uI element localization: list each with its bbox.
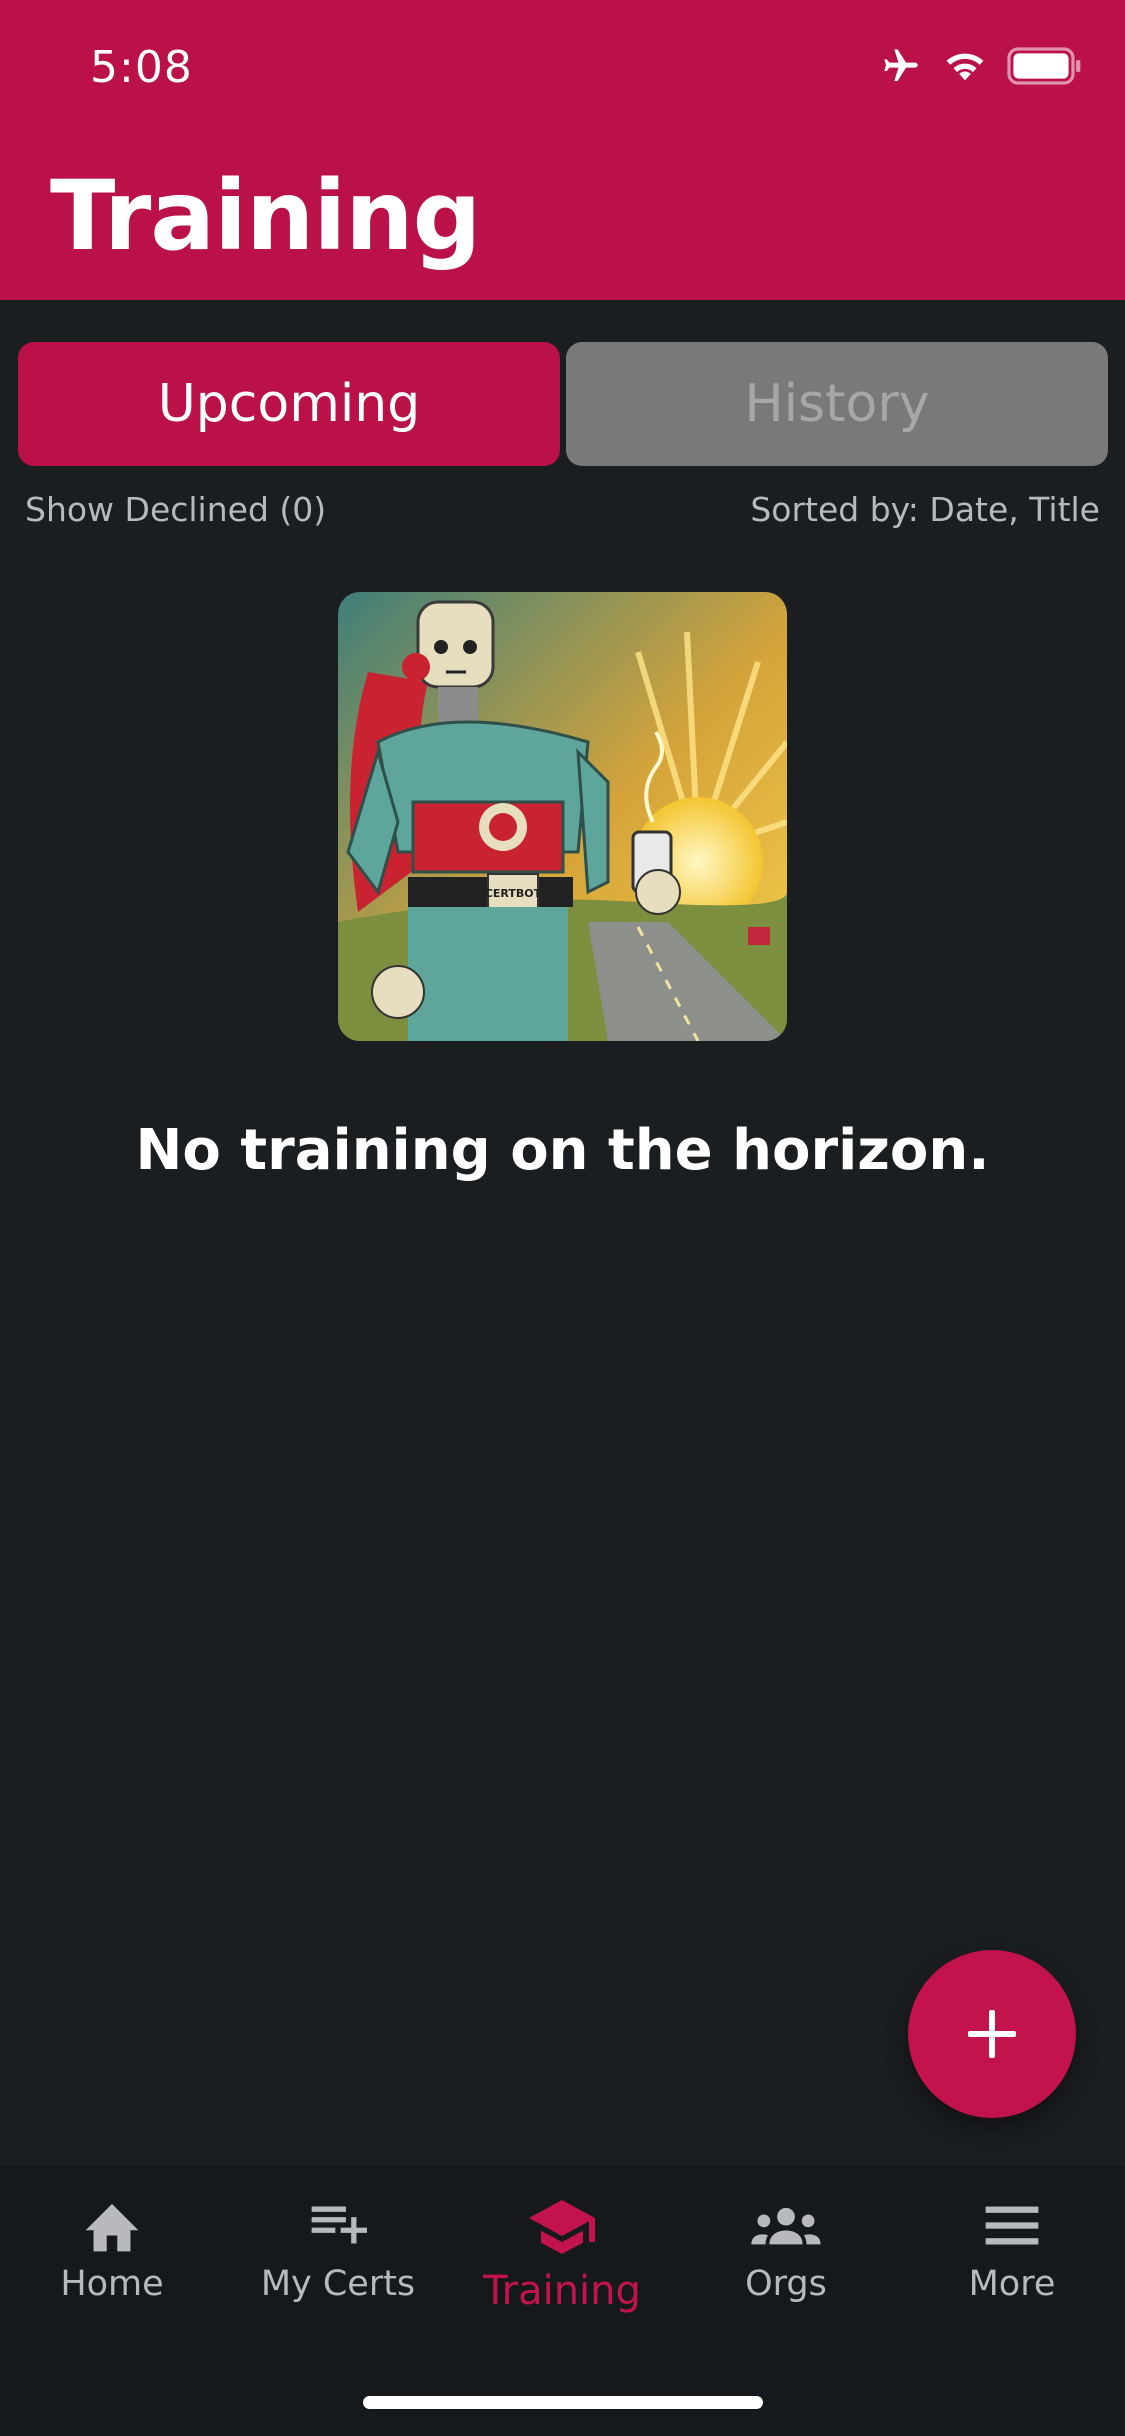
airplane-mode-icon bbox=[884, 49, 918, 81]
add-training-button[interactable] bbox=[908, 1950, 1076, 2118]
plus-icon bbox=[968, 2010, 1016, 2058]
nav-label-my-certs: My Certs bbox=[260, 2264, 416, 2304]
groups-icon bbox=[751, 2207, 821, 2245]
tab-upcoming[interactable]: Upcoming bbox=[18, 342, 560, 466]
home-indicator[interactable] bbox=[363, 2396, 763, 2409]
nav-item-my-certs[interactable]: My Certs bbox=[238, 2196, 438, 2304]
nav-item-orgs[interactable]: Orgs bbox=[686, 2196, 886, 2304]
show-declined-toggle[interactable]: Show Declined (0) bbox=[25, 490, 326, 529]
empty-state-message: No training on the horizon. bbox=[135, 1118, 990, 1183]
playlist-add-icon bbox=[311, 2206, 367, 2244]
nav-item-more[interactable]: More bbox=[912, 2196, 1112, 2304]
status-icons bbox=[879, 46, 1083, 86]
training-screen: 5:08 Training Upcoming History Show Decl… bbox=[0, 0, 1125, 2436]
nav-label-training: Training bbox=[483, 2268, 641, 2314]
segmented-tabs: Upcoming History bbox=[18, 342, 1108, 466]
tab-history[interactable]: History bbox=[566, 342, 1108, 466]
nav-item-home[interactable]: Home bbox=[12, 2196, 212, 2304]
nav-label-home: Home bbox=[60, 2264, 164, 2304]
page-title: Training bbox=[50, 160, 481, 272]
nav-label-orgs: Orgs bbox=[745, 2264, 827, 2304]
nav-item-training[interactable]: Training bbox=[462, 2196, 662, 2314]
sort-selector[interactable]: Sorted by: Date, Title bbox=[750, 490, 1100, 529]
certbot-badge: CERTBOT bbox=[485, 887, 542, 900]
filter-row: Show Declined (0) Sorted by: Date, Title bbox=[25, 490, 1100, 529]
wifi-icon bbox=[946, 53, 984, 81]
status-time: 5:08 bbox=[90, 42, 193, 93]
nav-label-more: More bbox=[968, 2264, 1056, 2304]
menu-icon bbox=[985, 2206, 1039, 2245]
header: 5:08 Training bbox=[0, 0, 1125, 300]
home-icon bbox=[85, 2203, 139, 2252]
graduation-cap-icon bbox=[529, 2200, 595, 2254]
robot-illustration: CERTBOT bbox=[338, 592, 787, 1041]
battery-icon bbox=[1007, 47, 1081, 85]
